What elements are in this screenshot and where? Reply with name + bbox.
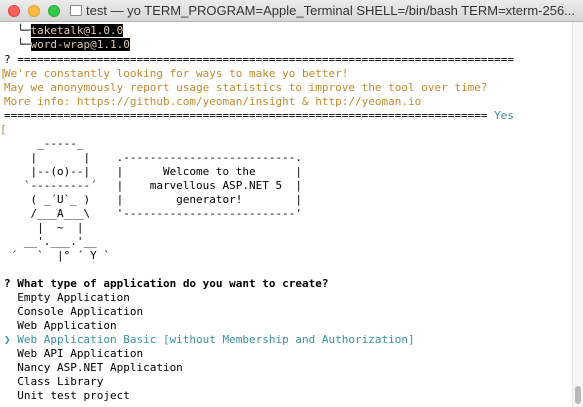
terminal-window: test — yo TERM_PROGRAM=Apple_Terminal SH… xyxy=(0,0,583,407)
question-mark-icon: ? xyxy=(4,277,11,290)
folder-icon xyxy=(70,5,82,16)
answer-yes: Yes xyxy=(494,109,514,122)
insight-message-2: May we anonymously report usage statisti… xyxy=(4,81,488,94)
vertical-scrollbar[interactable] xyxy=(572,22,583,407)
option-empty-application[interactable]: Empty Application xyxy=(4,291,130,305)
title-bar: test — yo TERM_PROGRAM=Apple_Terminal SH… xyxy=(0,0,583,22)
insight-message-1: We're constantly looking for ways to mak… xyxy=(4,67,349,80)
close-icon[interactable] xyxy=(8,5,20,17)
package-name: taketalk@1.0.0 xyxy=(30,24,124,37)
scrollbar-thumb[interactable] xyxy=(575,386,581,404)
prompt-question: ? What type of application do you want t… xyxy=(4,277,329,291)
option-console-application[interactable]: Console Application xyxy=(4,305,143,319)
option-web-api-application[interactable]: Web API Application xyxy=(4,347,143,361)
dependency-line-1: └─taketalk@1.0.0 xyxy=(4,24,124,38)
yeoman-ascii-line: | ~ | xyxy=(4,221,84,234)
terminal-output[interactable]: └─taketalk@1.0.0 └─word-wrap@1.1.0 ? ===… xyxy=(0,22,583,407)
zoom-icon[interactable] xyxy=(48,5,60,17)
bracket: [ xyxy=(0,123,7,136)
separator: ========================================… xyxy=(4,109,488,122)
yeoman-ascii-line: _-----_ xyxy=(4,137,84,150)
yeoman-ascii-line: `---------´ | marvellous ASP.NET 5 | xyxy=(4,179,303,192)
separator-line-top: ? ======================================… xyxy=(4,53,514,66)
insight-message-3: More info: https://github.com/yeoman/ins… xyxy=(4,95,422,108)
package-name: word-wrap@1.1.0 xyxy=(30,38,130,51)
bracket: [ xyxy=(0,67,7,80)
dependency-line-2: └─word-wrap@1.1.0 xyxy=(4,38,130,52)
yeoman-ascii-line: __'.___.'__ xyxy=(4,235,97,248)
option-class-library[interactable]: Class Library xyxy=(4,375,103,389)
separator-line-bottom: ========================================… xyxy=(4,109,514,123)
yeoman-ascii-line: | | .--------------------------. xyxy=(4,151,303,164)
tree-branch: └─ xyxy=(4,38,31,51)
yeoman-ascii-line: |--(o)--| | Welcome to the | xyxy=(4,165,303,178)
option-unit-test-project[interactable]: Unit test project xyxy=(4,389,130,403)
window-title: test — yo TERM_PROGRAM=Apple_Terminal SH… xyxy=(86,3,576,18)
option-nancy-application[interactable]: Nancy ASP.NET Application xyxy=(4,361,183,375)
minimize-icon[interactable] xyxy=(28,5,40,17)
yeoman-ascii-line: ´ ` |° ´ Y ` xyxy=(4,249,110,262)
yeoman-ascii-line: /___A___\ '--------------------------' xyxy=(4,207,303,220)
tree-branch: └─ xyxy=(4,24,31,37)
option-web-application[interactable]: Web Application xyxy=(4,319,116,333)
option-web-application-basic-selected[interactable]: ❯ Web Application Basic [without Members… xyxy=(4,333,415,347)
question-text: What type of application do you want to … xyxy=(17,277,329,290)
yeoman-ascii-line: ( _´U`_ ) | generator! | xyxy=(4,193,303,206)
